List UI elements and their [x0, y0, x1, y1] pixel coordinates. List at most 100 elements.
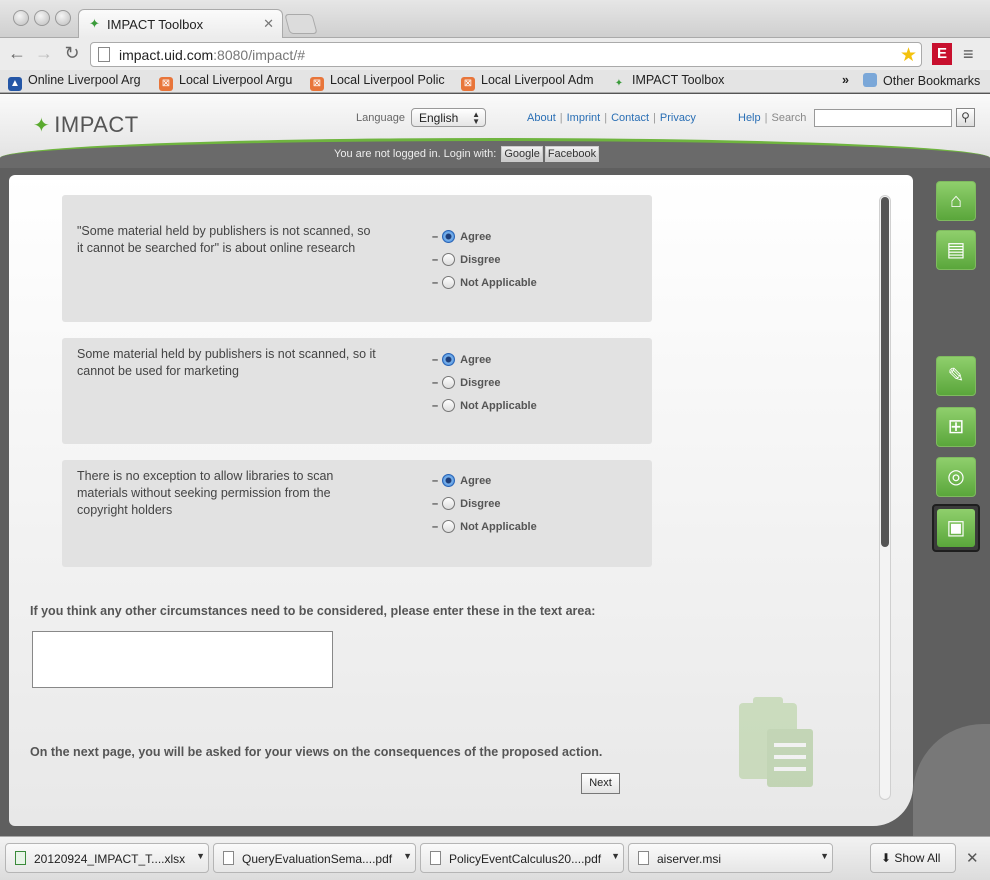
dropdown-arrow-icon[interactable]: ▼ — [196, 851, 205, 861]
bookmark-item[interactable]: ⊠ Local Liverpool Argu — [159, 73, 292, 91]
radio-icon[interactable] — [442, 253, 456, 266]
radio-icon[interactable] — [442, 399, 456, 412]
clipboard-icon[interactable]: ▣ — [932, 504, 980, 552]
option-disagree[interactable]: – Disgree — [432, 253, 500, 266]
circumstances-prompt: If you think any other circumstances nee… — [30, 604, 596, 618]
new-tab-button[interactable] — [284, 14, 318, 34]
radio-icon[interactable] — [442, 276, 456, 289]
card-icon[interactable]: ▤ — [936, 230, 976, 270]
radio-icon[interactable] — [442, 497, 456, 510]
forward-arrow-icon[interactable]: → — [33, 43, 55, 64]
question-text: Some material held by publishers is not … — [77, 347, 376, 378]
wrench-menu-icon[interactable]: ≡ — [963, 44, 974, 65]
bookmark-item[interactable]: ✦ IMPACT Toolbox — [612, 73, 725, 91]
download-name: 20120924_IMPACT_T....xlsx — [34, 852, 186, 866]
search-input[interactable] — [814, 109, 952, 127]
circumstances-textarea[interactable] — [32, 631, 333, 688]
question-text: "Some material held by publishers is not… — [77, 224, 371, 255]
language-select[interactable]: English ▲ ▼ — [411, 108, 486, 127]
bookmarks-overflow-button[interactable]: » — [842, 73, 849, 87]
download-item[interactable]: QueryEvaluationSema....pdf ▼ — [213, 843, 416, 873]
download-item[interactable]: PolicyEventCalculus20....pdf ▼ — [420, 843, 624, 873]
back-arrow-icon[interactable]: ← — [6, 43, 28, 64]
other-bookmarks[interactable]: Other Bookmarks — [863, 73, 980, 88]
option-disagree[interactable]: – Disgree — [432, 497, 500, 510]
diagram-icon[interactable]: ⊞ — [936, 407, 976, 447]
bookmark-favicon-icon: ⊠ — [310, 77, 324, 91]
contact-link[interactable]: Contact — [611, 112, 649, 124]
download-item[interactable]: aiserver.msi ▼ — [628, 843, 833, 873]
radio-selected-icon[interactable] — [442, 353, 456, 366]
download-item[interactable]: 20120924_IMPACT_T....xlsx ▼ — [5, 843, 209, 873]
close-shelf-icon[interactable]: ✕ — [966, 849, 979, 867]
bookmark-item[interactable]: ⊠ Local Liverpool Adm — [461, 73, 594, 91]
option-not-applicable[interactable]: – Not Applicable — [432, 520, 537, 533]
content-panel: "Some material held by publishers is not… — [9, 175, 913, 826]
option-disagree[interactable]: – Disgree — [432, 376, 500, 389]
search-icon[interactable]: ⚲ — [956, 108, 975, 127]
download-name: QueryEvaluationSema....pdf — [242, 852, 393, 866]
download-name: aiserver.msi — [657, 852, 722, 866]
privacy-link[interactable]: Privacy — [660, 112, 696, 124]
bookmarks-bar: ▲ Online Liverpool Arg ⊠ Local Liverpool A… — [0, 70, 990, 93]
pdf-file-icon — [430, 851, 441, 865]
question-box: There is no exception to allow libraries… — [62, 460, 652, 567]
option-agree[interactable]: – Agree — [432, 353, 491, 366]
disc-icon[interactable]: ◎ — [936, 457, 976, 497]
minimize-window-button[interactable] — [34, 10, 50, 26]
pen-icon[interactable]: ✎ — [936, 356, 976, 396]
extension-icon[interactable]: E — [932, 43, 952, 65]
radio-selected-icon[interactable] — [442, 230, 456, 243]
sidebar-decoration — [913, 724, 990, 836]
option-agree[interactable]: – Agree — [432, 230, 491, 243]
leaf-icon: ✦ — [89, 16, 100, 31]
scrollbar-thumb[interactable] — [881, 197, 889, 547]
address-bar[interactable]: impact.uid.com:8080/impact/# ★ — [90, 42, 922, 67]
top-links: About | Imprint | Contact | Privacy — [527, 112, 696, 124]
download-arrow-icon: ⬇ — [881, 851, 892, 865]
radio-selected-icon[interactable] — [442, 474, 456, 487]
about-link[interactable]: About — [527, 112, 556, 124]
dropdown-arrow-icon[interactable]: ▼ — [403, 851, 412, 861]
impact-logo[interactable]: ✦ IMPACT — [33, 112, 139, 138]
language-label: Language — [356, 112, 405, 124]
show-all-button[interactable]: ⬇ Show All — [870, 843, 956, 873]
help-link[interactable]: Help — [738, 112, 761, 124]
browser-titlebar: ✦ IMPACT Toolbox ✕ — [0, 0, 990, 38]
login-facebook-button[interactable]: Facebook — [544, 146, 600, 162]
question-box: Some material held by publishers is not … — [62, 338, 652, 444]
radio-icon[interactable] — [442, 376, 456, 389]
browser-toolbar: ← → ↻ impact.uid.com:8080/impact/# ★ — [0, 38, 990, 70]
dropdown-arrow-icon[interactable]: ▼ — [820, 851, 829, 861]
bookmark-item[interactable]: ⊠ Local Liverpool Polic — [310, 73, 445, 91]
next-button[interactable]: Next — [581, 773, 620, 794]
page-icon — [98, 47, 110, 62]
next-page-note: On the next page, you will be asked for … — [30, 745, 603, 759]
option-not-applicable[interactable]: – Not Applicable — [432, 399, 537, 412]
login-bar: You are not logged in. Login with: Googl… — [334, 146, 600, 162]
login-google-button[interactable]: Google — [501, 146, 543, 162]
close-tab-icon[interactable]: ✕ — [263, 16, 274, 32]
reload-icon[interactable]: ↻ — [61, 43, 83, 64]
browser-tab[interactable]: ✦ IMPACT Toolbox ✕ — [78, 9, 283, 38]
tab-title: IMPACT Toolbox — [107, 17, 204, 32]
dropdown-arrow-icon[interactable]: ▼ — [611, 851, 620, 861]
home-icon[interactable]: ⌂ — [936, 181, 976, 221]
file-icon — [638, 851, 649, 865]
pdf-file-icon — [223, 851, 234, 865]
option-agree[interactable]: – Agree — [432, 474, 491, 487]
select-arrows-icon: ▲ ▼ — [472, 110, 480, 126]
zoom-window-button[interactable] — [55, 10, 71, 26]
download-name: PolicyEventCalculus20....pdf — [449, 852, 602, 866]
imprint-link[interactable]: Imprint — [567, 112, 601, 124]
close-window-button[interactable] — [13, 10, 29, 26]
bookmark-star-icon[interactable]: ★ — [900, 44, 917, 67]
question-box: "Some material held by publishers is not… — [62, 195, 652, 322]
bookmark-favicon-icon: ⊠ — [159, 77, 173, 91]
scrollbar[interactable] — [879, 195, 891, 800]
option-not-applicable[interactable]: – Not Applicable — [432, 276, 537, 289]
leaf-icon: ✦ — [33, 115, 51, 137]
radio-icon[interactable] — [442, 520, 456, 533]
bookmark-item[interactable]: ▲ Online Liverpool Arg — [8, 73, 141, 91]
site-header: ✦ IMPACT Language English ▲ ▼ About | Imprint… — [0, 94, 990, 168]
